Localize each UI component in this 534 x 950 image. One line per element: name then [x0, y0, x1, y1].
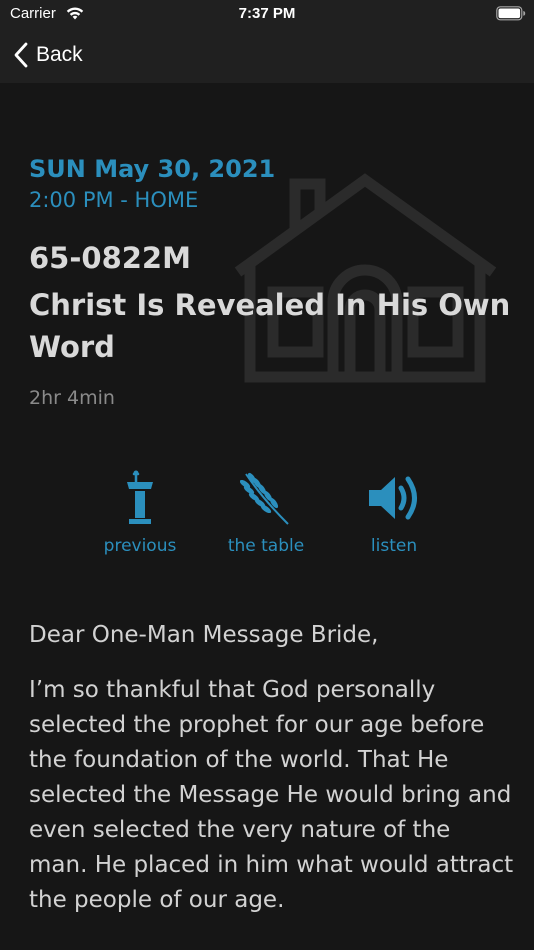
speaker-icon	[369, 476, 417, 520]
back-button[interactable]: Back	[14, 38, 83, 72]
sermon-duration: 2hr 4min	[29, 387, 115, 409]
table-label: the table	[227, 536, 305, 556]
letter-paragraph: I’m so thankful that God personally sele…	[29, 677, 514, 913]
previous-label: previous	[103, 536, 177, 556]
battery-icon	[496, 6, 526, 21]
letter-greeting: Dear One-Man Message Bride,	[29, 622, 379, 648]
chevron-left-icon	[14, 42, 28, 68]
event-time-location: 2:00 PM - HOME	[29, 188, 199, 212]
sermon-code: 65-0822M	[29, 241, 191, 275]
back-label: Back	[36, 43, 83, 66]
event-date: SUN May 30, 2021	[29, 155, 276, 183]
table-button[interactable]: the table	[201, 468, 331, 568]
letter-body: Dear One-Man Message Bride, I’m so thank…	[29, 618, 514, 938]
listen-label: listen	[370, 536, 418, 556]
listen-button[interactable]: listen	[329, 468, 459, 568]
sermon-title: Christ Is Revealed In His Own Word	[29, 288, 511, 364]
navigation-bar: Back	[0, 28, 534, 83]
status-bar: Carrier 7:37 PM	[0, 0, 534, 28]
clock: 7:37 PM	[238, 5, 296, 22]
pulpit-icon	[127, 470, 153, 524]
wheat-icon	[240, 472, 289, 525]
previous-button[interactable]: previous	[75, 468, 205, 568]
